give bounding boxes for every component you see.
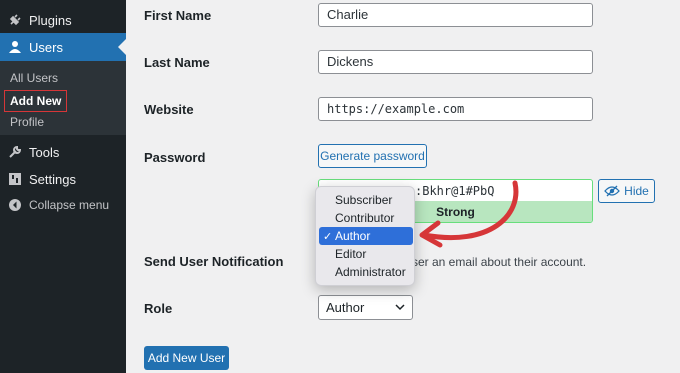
chevron-down-icon [395, 304, 405, 311]
admin-sidebar: Plugins Users All Users Add New Profile … [0, 0, 126, 373]
menu-settings-label: Settings [29, 171, 76, 187]
menu-tools[interactable]: Tools [0, 138, 126, 166]
menu-plugins[interactable]: Plugins [0, 6, 126, 34]
users-submenu: All Users Add New Profile [0, 61, 126, 135]
role-option-administrator[interactable]: Administrator [319, 263, 413, 281]
first-name-label: First Name [144, 8, 212, 23]
hide-button-label: Hide [624, 184, 649, 198]
menu-tools-label: Tools [29, 144, 60, 160]
password-value: :Bkhr@1#PbQ [415, 184, 495, 198]
collapse-menu-label: Collapse menu [29, 198, 110, 212]
settings-sliders-icon [8, 172, 22, 186]
last-name-label: Last Name [144, 55, 210, 70]
website-field[interactable]: https://example.com [318, 97, 593, 121]
role-option-author[interactable]: ✓ Author [319, 227, 413, 245]
website-label: Website [144, 102, 194, 117]
menu-settings[interactable]: Settings [0, 165, 126, 193]
eye-slash-icon [604, 185, 621, 197]
password-label: Password [144, 150, 206, 165]
menu-users-label: Users [29, 39, 63, 55]
user-icon [8, 40, 22, 54]
role-option-subscriber[interactable]: Subscriber [319, 191, 413, 209]
submenu-profile[interactable]: Profile [10, 115, 44, 129]
send-notification-label: Send User Notification [144, 254, 284, 269]
role-label: Role [144, 301, 173, 316]
submenu-add-new[interactable]: Add New [4, 90, 68, 112]
submenu-all-users[interactable]: All Users [10, 71, 58, 85]
collapse-menu[interactable]: Collapse menu [0, 191, 126, 219]
wrench-icon [8, 145, 22, 159]
hide-password-button[interactable]: Hide [598, 179, 655, 203]
role-select-value: Author [326, 300, 365, 315]
menu-plugins-label: Plugins [29, 12, 72, 28]
checkmark-icon: ✓ [323, 230, 333, 243]
menu-users[interactable]: Users [0, 33, 126, 61]
add-new-user-button[interactable]: Add New User [144, 346, 229, 370]
plug-icon [8, 13, 22, 27]
first-name-field[interactable]: Charlie [318, 3, 593, 27]
role-option-contributor[interactable]: Contributor [319, 209, 413, 227]
role-select[interactable]: Author [318, 295, 413, 320]
send-notification-text: ser an email about their account. [412, 255, 587, 269]
role-option-editor[interactable]: Editor [319, 245, 413, 263]
role-dropdown-menu: Subscriber Contributor ✓ Author Editor A… [315, 186, 415, 286]
collapse-arrow-icon [8, 198, 22, 212]
last-name-field[interactable]: Dickens [318, 50, 593, 74]
generate-password-button[interactable]: Generate password [318, 144, 427, 168]
role-option-author-label: Author [335, 229, 371, 243]
